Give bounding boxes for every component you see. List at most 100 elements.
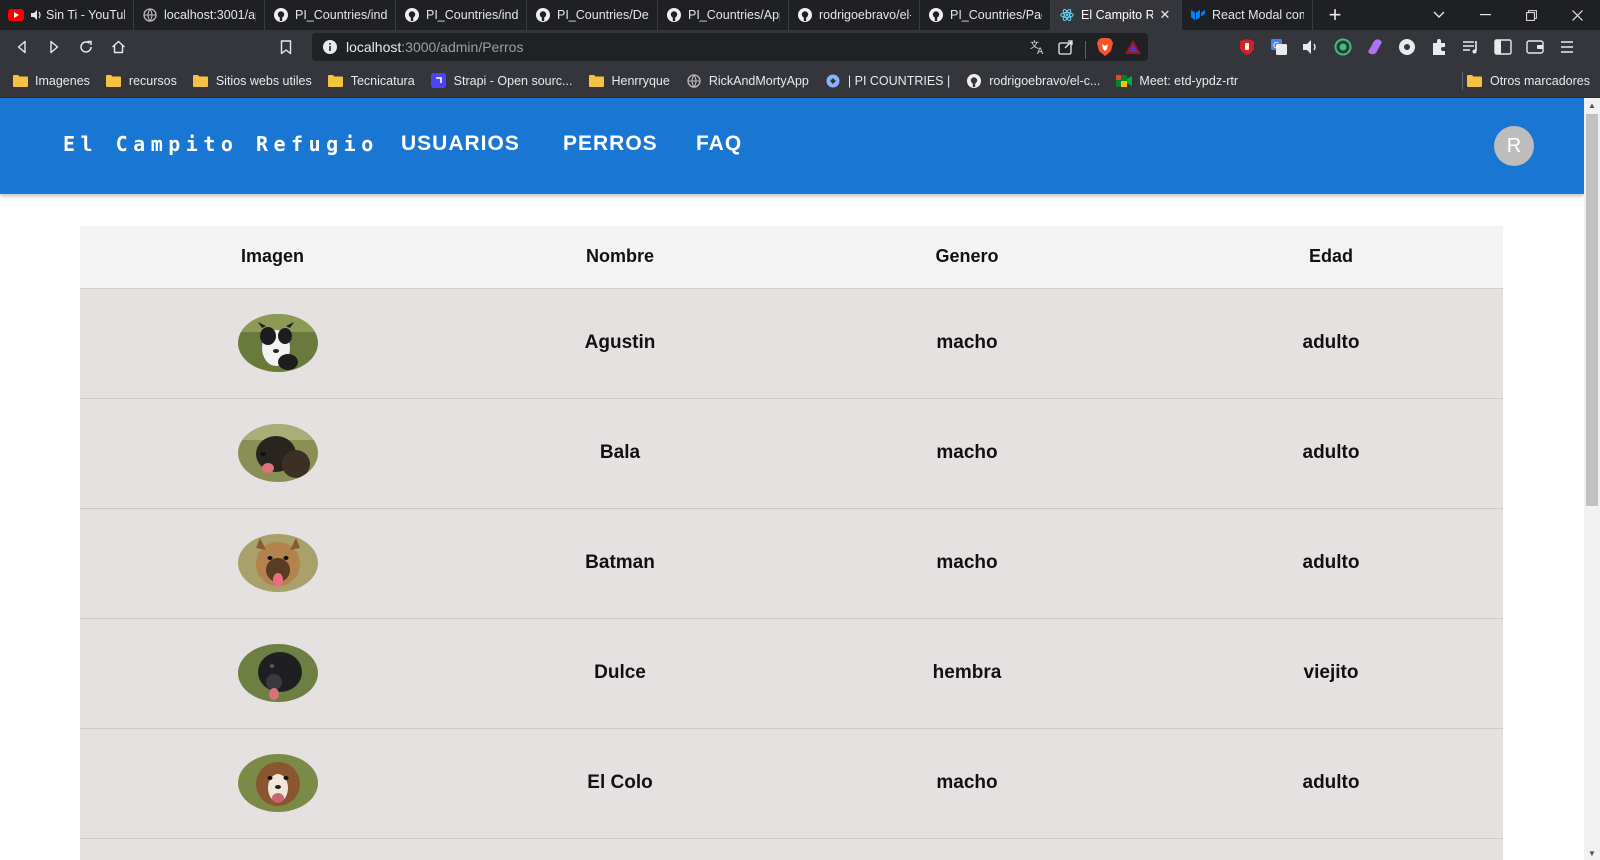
tab-youtube[interactable]: Sin Ti - YouTube	[0, 0, 134, 30]
dogs-table: Imagen Nombre Genero Edad Agustin macho …	[80, 226, 1503, 860]
cell-genero: macho	[775, 728, 1159, 839]
address-bar[interactable]: localhost:3000/admin/Perros 文A	[312, 33, 1148, 61]
nav-perros[interactable]: PERROS	[563, 132, 658, 156]
dog-photo	[237, 424, 318, 482]
bookmark-pi-countries[interactable]: | PI COUNTRIES |	[825, 73, 950, 89]
ublock-icon[interactable]	[1236, 36, 1258, 58]
globe-icon	[686, 73, 702, 89]
column-header-imagen: Imagen	[80, 226, 465, 289]
bookmark-rickandmorty[interactable]: RickAndMortyApp	[686, 73, 809, 89]
tab-label: React Modal comp	[1212, 8, 1304, 22]
table-row[interactable]: Batman macho adulto	[80, 508, 1503, 619]
folder-icon	[588, 73, 604, 89]
bookmark-henrryque[interactable]: Henrryque	[588, 73, 670, 89]
url-text: localhost:3000/admin/Perros	[346, 39, 523, 55]
brave-rewards-icon[interactable]	[1124, 38, 1142, 61]
puzzle-icon[interactable]	[1428, 36, 1450, 58]
tab-github-1[interactable]: PI_Countries/index	[265, 0, 396, 30]
cell-nombre: Batman	[465, 508, 775, 619]
dogs-table-container: Imagen Nombre Genero Edad Agustin macho …	[80, 226, 1503, 860]
cell-imagen	[80, 728, 465, 839]
table-row-partial[interactable]	[80, 838, 1503, 860]
github-icon	[966, 73, 982, 89]
sidebar-icon[interactable]	[1492, 36, 1514, 58]
github-icon	[928, 7, 944, 23]
back-icon[interactable]	[6, 31, 38, 63]
brave-shield-icon[interactable]	[1096, 37, 1114, 62]
bookmark-sitios-webs[interactable]: Sitios webs utiles	[193, 73, 312, 89]
google-translate-icon[interactable]: G	[1268, 36, 1290, 58]
media-playlist-icon[interactable]	[1460, 36, 1482, 58]
bookmark-label: Henrryque	[611, 73, 670, 88]
bookmark-label: Otros marcadores	[1489, 74, 1590, 88]
close-window-icon[interactable]	[1554, 0, 1600, 30]
bookmark-meet[interactable]: Meet: etd-ypdz-rtr	[1116, 73, 1238, 89]
tab-el-campito-active[interactable]: El Campito Re ✕	[1051, 0, 1182, 30]
github-icon	[535, 7, 551, 23]
tab-label: PI_Countries/index	[426, 8, 518, 22]
github-icon	[404, 7, 420, 23]
wallet-icon[interactable]	[1524, 36, 1546, 58]
dog-photo	[237, 314, 318, 372]
page-content: El Campito Refugio USUARIOS PERROS FAQ R…	[0, 98, 1584, 860]
bookmark-tecnicatura[interactable]: Tecnicatura	[328, 73, 415, 89]
nav-faq[interactable]: FAQ	[696, 132, 742, 156]
bookmark-label: Imagenes	[35, 73, 90, 88]
bookmark-recursos[interactable]: recursos	[106, 73, 177, 89]
cell-genero: hembra	[775, 618, 1159, 729]
white-dot-extension-icon[interactable]	[1396, 36, 1418, 58]
new-tab-button[interactable]: +	[1317, 0, 1353, 30]
page-scrollbar[interactable]: ▲ ▼	[1584, 98, 1600, 860]
cell-nombre: El Colo	[465, 728, 775, 839]
translate-icon[interactable]: 文A	[1029, 38, 1047, 61]
folder-icon	[106, 73, 122, 89]
nav-usuarios[interactable]: USUARIOS	[401, 132, 520, 156]
omnibox-actions: 文A	[1029, 37, 1142, 62]
site-info-icon[interactable]	[322, 39, 338, 55]
mui-icon	[1190, 7, 1206, 23]
scroll-down-arrow-icon[interactable]: ▼	[1584, 846, 1600, 860]
tab-localhost-api[interactable]: localhost:3001/api	[134, 0, 265, 30]
bookmark-icon[interactable]	[270, 31, 302, 63]
tab-github-6[interactable]: PI_Countries/Pagin	[920, 0, 1051, 30]
menu-icon[interactable]	[1556, 36, 1578, 58]
bookmark-other[interactable]: Otros marcadores	[1467, 64, 1590, 98]
tab-github-3[interactable]: PI_Countries/Detail	[527, 0, 658, 30]
tab-github-4[interactable]: PI_Countries/App.js	[658, 0, 789, 30]
table-row[interactable]: Agustin macho adulto	[80, 288, 1503, 399]
share-icon[interactable]	[1057, 38, 1075, 61]
avatar[interactable]: R	[1494, 126, 1534, 166]
table-row[interactable]: Bala macho adulto	[80, 398, 1503, 509]
cell-genero: macho	[775, 398, 1159, 509]
cell-edad: viejito	[1159, 618, 1503, 729]
table-row[interactable]: Dulce hembra viejito	[80, 618, 1503, 729]
volume-icon[interactable]	[1300, 36, 1322, 58]
close-tab-icon[interactable]: ✕	[1157, 7, 1173, 23]
circle-extension-icon[interactable]	[1332, 36, 1354, 58]
brand-logo[interactable]: El Campito Refugio	[63, 132, 379, 156]
cell-nombre: Agustin	[465, 288, 775, 399]
tab-search-chevron-icon[interactable]	[1416, 0, 1462, 30]
bookmark-github-rodrigo[interactable]: rodrigoebravo/el-c...	[966, 73, 1100, 89]
scrollbar-thumb[interactable]	[1586, 114, 1598, 506]
purple-extension-icon[interactable]	[1364, 36, 1386, 58]
table-row[interactable]: El Colo macho adulto	[80, 728, 1503, 839]
minimize-icon[interactable]	[1462, 0, 1508, 30]
forward-icon[interactable]	[38, 31, 70, 63]
cell-edad: adulto	[1159, 508, 1503, 619]
folder-icon	[1467, 73, 1483, 89]
speaker-icon[interactable]	[30, 7, 42, 23]
home-icon[interactable]	[102, 31, 134, 63]
reload-icon[interactable]	[70, 31, 102, 63]
bookmark-strapi[interactable]: Strapi - Open sourc...	[431, 73, 572, 89]
restore-icon[interactable]	[1508, 0, 1554, 30]
tab-github-5[interactable]: rodrigoebravo/el-c	[789, 0, 920, 30]
tab-github-2[interactable]: PI_Countries/index	[396, 0, 527, 30]
scroll-up-arrow-icon[interactable]: ▲	[1584, 98, 1600, 112]
cell-edad: adulto	[1159, 728, 1503, 839]
tab-react-modal[interactable]: React Modal comp	[1182, 0, 1313, 30]
omnibox-divider	[1085, 40, 1086, 59]
cell-imagen	[80, 508, 465, 619]
bookmark-imagenes[interactable]: Imagenes	[12, 73, 90, 89]
browser-tab-strip: Sin Ti - YouTube localhost:3001/api PI_C…	[0, 0, 1600, 30]
